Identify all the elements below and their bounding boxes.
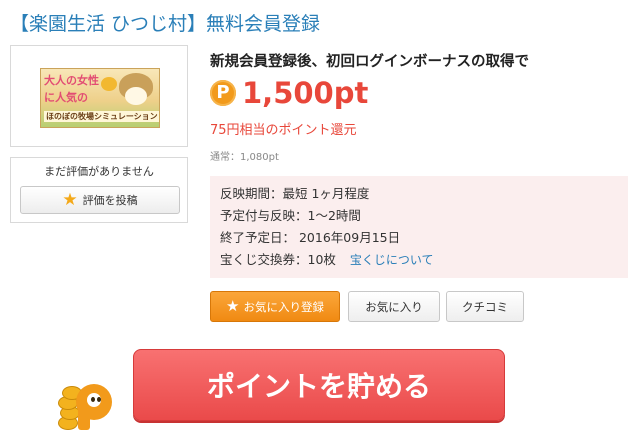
post-review-button[interactable]: ★ 評価を投稿 [20,186,180,214]
mascot-eye [91,397,95,402]
mascot-eye [97,397,101,402]
lottery-info-link[interactable]: 宝くじについて [350,253,434,267]
bonus-headline: 新規会員登録後、初回ログインボーナスの取得で [210,54,529,70]
favorite-register-label: お気に入り登録 [243,299,324,314]
normal-points: 通常：1,080pt [210,152,279,163]
star-icon: ★ [226,297,240,315]
point-mascot-icon [56,378,116,434]
banner-character-illustration [125,87,147,105]
points-amount: 1,500pt [242,76,369,110]
info-row-period: 反映期間：最短 1ヶ月程度 [220,183,618,205]
info-row-grant: 予定付与反映：1～2時間 [220,205,618,227]
favorites-label: お気に入り [365,299,423,314]
no-review-text: まだ評価がありません [44,165,154,178]
banner-badge [101,77,117,91]
review-panel: まだ評価がありません ★ 評価を投稿 [10,157,188,223]
info-lottery-text: 宝くじ交換券：10枚 [220,252,336,267]
favorite-register-button[interactable]: ★ お気に入り登録 [210,291,340,322]
info-grant-text: 予定付与反映：1～2時間 [220,208,361,223]
save-points-button[interactable]: ポイントを貯める [133,349,505,421]
banner-text-3: ほのぼの牧場シミュレーション [44,111,159,122]
info-period-text: 反映期間：最短 1ヶ月程度 [220,186,370,201]
info-end-date-text: 終了予定日： 2016年09月15日 [220,230,401,245]
thumbnail-frame: 大人の女性 に人気の ほのぼの牧場シミュレーション [10,45,188,147]
banner-text-2: に人気の [44,91,88,104]
info-row-end-date: 終了予定日： 2016年09月15日 [220,227,618,249]
post-review-label: 評価を投稿 [82,194,138,207]
yen-equivalent: 75円相当のポイント還元 [210,123,357,138]
reviews-label: クチコミ [462,299,508,314]
info-box: 反映期間：最短 1ヶ月程度 予定付与反映：1～2時間 終了予定日： 2016年0… [210,176,628,278]
star-icon: ★ [62,189,78,210]
favorites-button[interactable]: お気に入り [348,291,440,322]
page-title: 【楽園生活 ひつじ村】無料会員登録 [10,13,321,35]
info-row-lottery: 宝くじ交換券：10枚 宝くじについて [220,249,618,271]
point-circle-icon: P [210,80,236,106]
banner-text-1: 大人の女性 [44,74,99,87]
game-banner-image[interactable]: 大人の女性 に人気の ほのぼの牧場シミュレーション [40,68,160,128]
reviews-button[interactable]: クチコミ [446,291,524,322]
